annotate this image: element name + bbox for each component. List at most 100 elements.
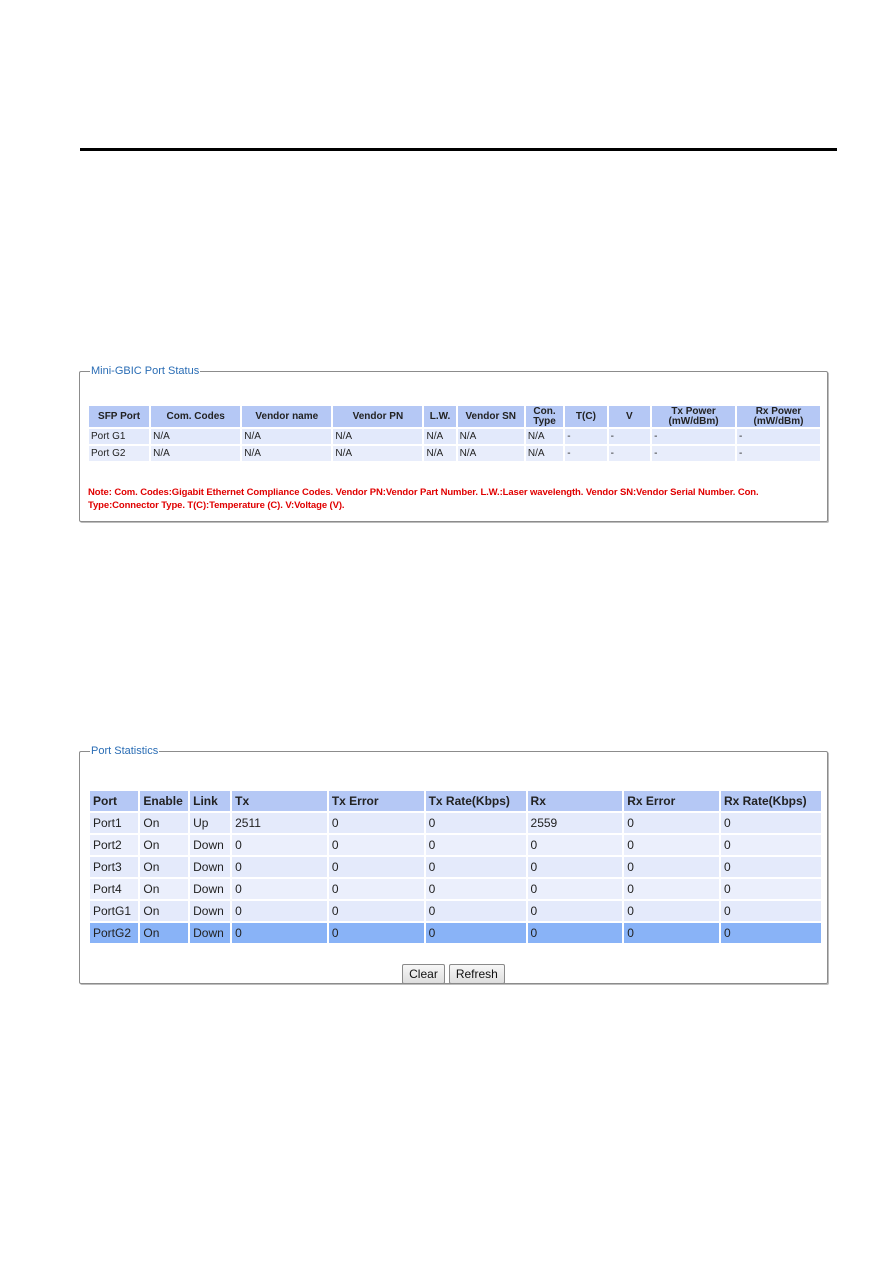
- table-row[interactable]: Port G1 N/A N/A N/A N/A N/A N/A - - - -: [89, 429, 820, 444]
- table-cell: PortG1: [90, 901, 139, 921]
- table-row[interactable]: Port G2 N/A N/A N/A N/A N/A N/A - - - -: [89, 446, 820, 461]
- table-cell: 0: [328, 901, 424, 921]
- table-cell: N/A: [424, 429, 456, 444]
- legend-note: Note: Com. Codes:Gigabit Ethernet Compli…: [88, 487, 759, 511]
- column-header: Vendor PN: [333, 406, 423, 427]
- table-cell: On: [140, 901, 189, 921]
- column-header: Rx Power (mW/dBm): [737, 406, 820, 427]
- table-cell: N/A: [333, 446, 423, 461]
- table-cell: 0: [425, 923, 526, 943]
- table-cell: N/A: [424, 446, 456, 461]
- table-cell: 0: [425, 835, 526, 855]
- port-statistics-panel: Port Statistics Port Enable Link Tx Tx Error…: [79, 745, 828, 984]
- table-cell: On: [140, 923, 189, 943]
- table-cell: -: [737, 446, 820, 461]
- table-cell: -: [608, 446, 651, 461]
- column-header: Vendor name: [242, 406, 332, 427]
- table-cell: 0: [624, 923, 719, 943]
- refresh-button[interactable]: Refresh: [448, 964, 505, 984]
- table-cell: 0: [624, 901, 719, 921]
- column-header: Tx: [232, 791, 327, 811]
- table-cell: 0: [328, 813, 424, 833]
- table-cell: 0: [425, 857, 526, 877]
- panel-title: Mini-GBIC Port Status: [91, 365, 200, 377]
- table-cell: N/A: [242, 446, 332, 461]
- table-cell: 0: [232, 901, 327, 921]
- table-row[interactable]: Port2 On Down 0 0 0 0 0 0: [90, 835, 821, 855]
- table-cell: Port2: [90, 835, 139, 855]
- table-cell: Port G1: [89, 429, 150, 444]
- table-cell: -: [737, 429, 820, 444]
- table-cell: 0: [720, 857, 821, 877]
- table-cell: -: [565, 429, 607, 444]
- table-cell: Up: [190, 813, 231, 833]
- table-cell: 0: [624, 879, 719, 899]
- table-cell: 0: [328, 923, 424, 943]
- column-header: Com. Codes: [151, 406, 241, 427]
- table-cell: Down: [190, 901, 231, 921]
- table-row[interactable]: PortG1 On Down 0 0 0 0 0 0: [90, 901, 821, 921]
- table-cell: 0: [720, 813, 821, 833]
- table-cell: N/A: [525, 429, 564, 444]
- table-cell: On: [140, 879, 189, 899]
- table-cell: 0: [425, 901, 526, 921]
- table-cell: 0: [328, 835, 424, 855]
- table-cell: On: [140, 857, 189, 877]
- clear-button[interactable]: Clear: [402, 964, 445, 984]
- panel-title: Port Statistics: [91, 745, 159, 757]
- table-cell: 0: [720, 835, 821, 855]
- table-cell: -: [608, 429, 651, 444]
- table-cell: 0: [624, 857, 719, 877]
- table-cell: N/A: [457, 429, 524, 444]
- table-cell: 0: [328, 879, 424, 899]
- table-cell: 0: [527, 923, 623, 943]
- table-cell: Port1: [90, 813, 139, 833]
- column-header: Rx Error: [624, 791, 719, 811]
- table-cell: N/A: [457, 446, 524, 461]
- table-header-row: Port Enable Link Tx Tx Error Tx Rate(Kbps) Rx R…: [90, 791, 821, 811]
- column-header: Con. Type: [525, 406, 564, 427]
- column-header: V: [608, 406, 651, 427]
- table-row[interactable]: PortG2 On Down 0 0 0 0 0 0: [90, 923, 821, 943]
- table-cell: 0: [425, 879, 526, 899]
- table-cell: 0: [425, 813, 526, 833]
- table-cell: 0: [527, 901, 623, 921]
- table-cell: PortG2: [90, 923, 139, 943]
- table-cell: 0: [624, 813, 719, 833]
- table-cell: -: [652, 429, 735, 444]
- column-header: T(C): [565, 406, 607, 427]
- table-cell: N/A: [333, 429, 423, 444]
- table-cell: 0: [232, 857, 327, 877]
- table-cell: Down: [190, 923, 231, 943]
- table-cell: 0: [527, 857, 623, 877]
- table-cell: N/A: [151, 446, 241, 461]
- table-header-row: SFP Port Com. Codes Vendor name Vendor PN L.…: [89, 406, 820, 427]
- column-header: Enable: [140, 791, 189, 811]
- table-cell: 2559: [527, 813, 623, 833]
- table-cell: Down: [190, 857, 231, 877]
- port-statistics-table: Port Enable Link Tx Tx Error Tx Rate(Kbps) Rx R…: [88, 789, 823, 945]
- table-cell: 0: [232, 835, 327, 855]
- table-cell: On: [140, 813, 189, 833]
- table-cell: N/A: [151, 429, 241, 444]
- table-cell: 2511: [232, 813, 327, 833]
- table-row[interactable]: Port3 On Down 0 0 0 0 0 0: [90, 857, 821, 877]
- table-cell: Port3: [90, 857, 139, 877]
- column-header: Tx Power (mW/dBm): [652, 406, 735, 427]
- mini-gbic-port-status-panel: Mini-GBIC Port Status SFP Port Com. Codes…: [79, 365, 828, 522]
- column-header: Port: [90, 791, 139, 811]
- table-row[interactable]: Port4 On Down 0 0 0 0 0 0: [90, 879, 821, 899]
- column-header: Tx Error: [328, 791, 424, 811]
- table-cell: -: [565, 446, 607, 461]
- table-cell: Down: [190, 879, 231, 899]
- button-row: Clear Refresh: [80, 964, 827, 984]
- table-cell: On: [140, 835, 189, 855]
- column-header: Rx Rate(Kbps): [720, 791, 821, 811]
- table-cell: 0: [527, 835, 623, 855]
- table-cell: 0: [720, 901, 821, 921]
- table-cell: 0: [720, 879, 821, 899]
- table-cell: 0: [232, 879, 327, 899]
- column-header: Link: [190, 791, 231, 811]
- table-cell: -: [652, 446, 735, 461]
- table-row[interactable]: Port1 On Up 2511 0 0 2559 0 0: [90, 813, 821, 833]
